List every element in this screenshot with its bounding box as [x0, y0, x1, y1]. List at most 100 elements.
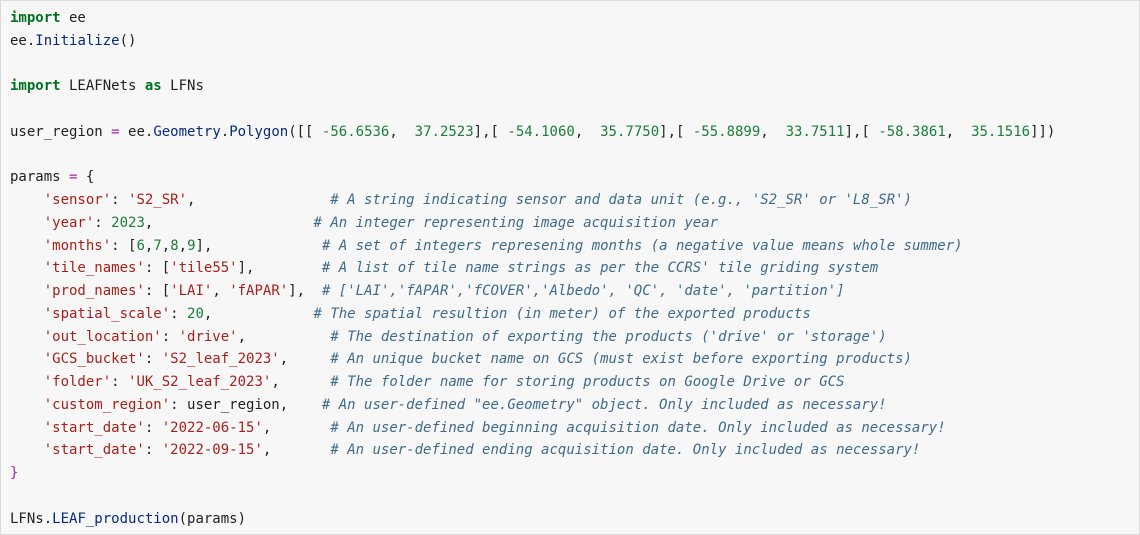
variable-name: user_region	[10, 123, 112, 140]
param-line: 'months': [6,7,8,9], # A set of integers…	[10, 235, 1055, 258]
param-value: 'UK_S2_leaf_2023'	[128, 374, 272, 390]
param-line: 'tile_names': ['tile55'], # A list of ti…	[10, 257, 1055, 280]
call-args: (params)	[178, 510, 247, 527]
punct: ,	[574, 123, 601, 140]
param-value: 2023	[111, 214, 145, 231]
code-line-4: import LEAFNets as LFNs	[10, 75, 1055, 98]
param-line: 'GCS_bucket': 'S2_leaf_2023', # An uniqu…	[10, 348, 1055, 371]
number-literal: 33.7511	[785, 123, 845, 140]
param-value: ['LAI', 'fAPAR']	[161, 283, 297, 299]
param-padding	[305, 283, 322, 299]
param-padding	[212, 238, 322, 254]
number-literal: 35.1516	[971, 123, 1031, 140]
param-value: '2022-06-15'	[161, 419, 263, 436]
module-alias: LFNs	[161, 78, 204, 95]
param-key: 'year'	[43, 214, 95, 231]
punct: ,	[945, 123, 972, 140]
param-comment: # The destination of exporting the produ…	[330, 328, 887, 345]
param-line: 'prod_names': ['LAI', 'fAPAR'], # ['LAI'…	[10, 280, 1055, 303]
param-padding	[288, 351, 330, 367]
code-line-7-blank	[10, 144, 1055, 167]
param-value: 'drive'	[178, 328, 238, 345]
object-ref: ee.	[10, 32, 36, 49]
class-name: Geometry	[153, 123, 221, 140]
param-key: 'GCS_bucket'	[43, 351, 145, 368]
param-value: 20	[187, 305, 204, 322]
param-key: 'months'	[43, 237, 112, 254]
param-value: 'S2_SR'	[128, 192, 188, 208]
param-trailing-comma: ,	[237, 328, 247, 345]
param-indent	[10, 283, 44, 299]
param-comment: # The folder name for storing products o…	[330, 374, 845, 390]
param-indent	[10, 306, 44, 322]
param-trailing-comma: ,	[271, 374, 280, 390]
param-indent	[10, 420, 44, 436]
param-indent	[10, 192, 44, 208]
object-ref: LFNs.	[10, 510, 53, 527]
param-key: 'start_date'	[43, 419, 145, 436]
function-name: Initialize	[35, 32, 120, 49]
param-indent	[10, 260, 44, 276]
param-padding	[271, 420, 330, 436]
param-value: '2022-09-15'	[161, 442, 263, 459]
param-key: 'start_date'	[43, 442, 145, 459]
param-key: 'prod_names'	[43, 283, 145, 299]
param-padding	[254, 260, 321, 276]
function-name: Polygon	[229, 123, 289, 140]
param-comment: # The spatial resultion (in meter) of th…	[313, 305, 811, 322]
code-cell[interactable]: import ee ee.Initialize() import LEAFNets…	[0, 0, 1140, 535]
param-line: 'start_date': '2022-09-15', # An user-de…	[10, 439, 1055, 462]
punct: ],[	[473, 123, 508, 140]
param-indent	[10, 374, 44, 390]
dot: .	[220, 123, 230, 140]
param-indent	[10, 351, 44, 367]
param-padding	[246, 329, 330, 345]
punct: ([[	[288, 123, 322, 140]
module-name: ee	[60, 10, 86, 26]
variable-name: params	[10, 169, 70, 186]
dict-open-brace: {	[77, 169, 95, 186]
param-colon: :	[170, 305, 188, 322]
param-indent	[10, 397, 44, 413]
param-colon: :	[144, 442, 162, 459]
object-ref: ee.	[119, 123, 154, 140]
code-line-8: params = {	[10, 166, 1055, 189]
code-line-2: ee.Initialize()	[10, 30, 1055, 53]
param-colon: :	[111, 237, 129, 254]
code-line-1: import ee	[10, 7, 1055, 30]
punct: ]])	[1030, 123, 1056, 140]
code-line-3-blank	[10, 53, 1055, 76]
param-key: 'sensor'	[43, 192, 112, 208]
param-key: 'tile_names'	[43, 260, 145, 277]
param-colon: :	[111, 374, 129, 390]
keyword-import: import	[10, 78, 61, 95]
punct: ,	[760, 123, 786, 140]
param-colon: :	[144, 260, 162, 277]
param-value: ['tile55']	[161, 260, 247, 277]
param-colon: :	[94, 214, 112, 231]
param-comment: # An user-defined "ee.Geometry" object. …	[321, 396, 887, 413]
param-trailing-comma: ,	[279, 351, 289, 368]
param-value: [6,7,8,9]	[128, 237, 204, 254]
param-colon: :	[144, 351, 162, 368]
param-comment: # A list of tile name strings as per the…	[321, 260, 879, 277]
punct: ,	[389, 123, 415, 140]
param-colon: :	[144, 419, 162, 436]
assign-operator: =	[111, 123, 120, 140]
params-dict-body: 'sensor': 'S2_SR', # A string indicating…	[10, 189, 1055, 462]
param-line: 'folder': 'UK_S2_leaf_2023', # The folde…	[10, 371, 1055, 394]
param-padding	[195, 192, 330, 208]
param-padding	[271, 442, 330, 458]
code-line-call: LFNs.LEAF_production(params)	[10, 508, 1055, 531]
number-literal: -55.8899	[692, 123, 761, 140]
param-colon: :	[111, 192, 129, 208]
param-padding	[153, 215, 313, 231]
code-line-close-brace: }	[10, 462, 1055, 485]
param-comment: # A set of integers represening months (…	[321, 237, 963, 254]
param-key: 'spatial_scale'	[43, 305, 171, 322]
number-literal: -58.3861	[878, 123, 946, 140]
param-indent	[10, 442, 44, 458]
param-trailing-comma: ,	[296, 283, 306, 299]
param-line: 'start_date': '2022-06-15', # An user-de…	[10, 417, 1055, 440]
param-padding	[212, 306, 313, 322]
